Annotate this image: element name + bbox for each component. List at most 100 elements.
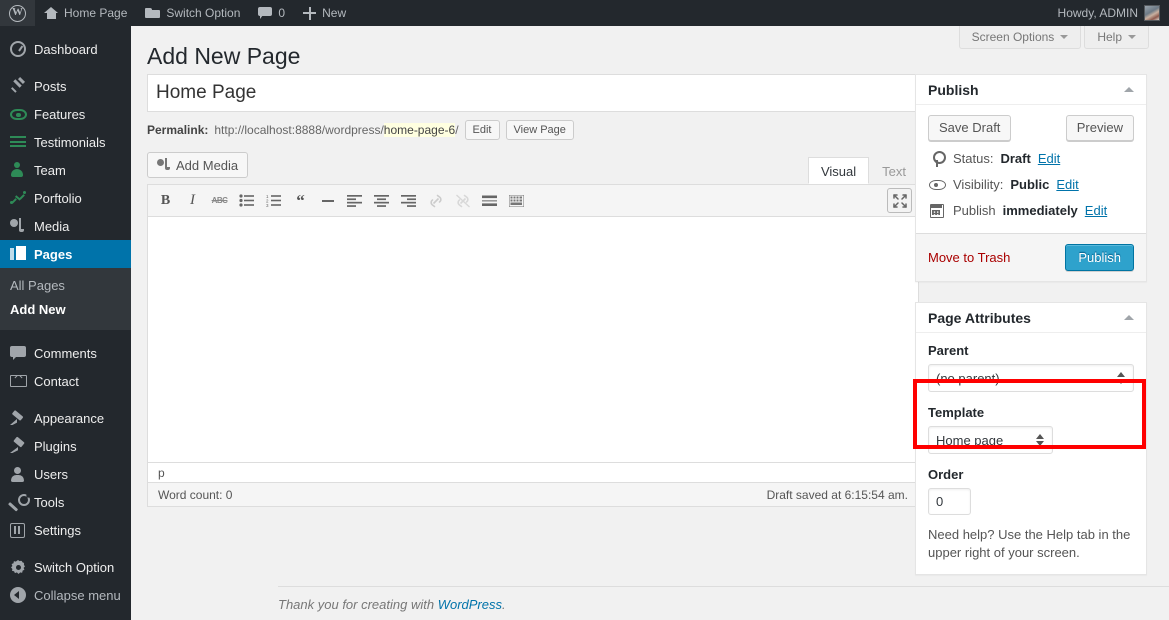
sidebar-item-tools[interactable]: Tools [0, 488, 131, 516]
parent-label: Parent [928, 343, 1134, 359]
sidebar-subitem-all-pages[interactable]: All Pages [0, 274, 131, 298]
insert-link-icon[interactable] [423, 188, 448, 213]
page-attributes-metabox: Page Attributes Parent (no parent) Templ… [915, 302, 1147, 575]
plugin-icon [10, 437, 30, 455]
adminbar-new-content[interactable]: New [294, 0, 355, 26]
sidebar-item-switch-option[interactable]: Switch Option [0, 553, 131, 581]
adminbar-wordpress-logo[interactable] [0, 0, 35, 26]
visibility-value: Public [1010, 177, 1049, 193]
sidebar-item-label: Tools [34, 496, 64, 509]
strikethrough-icon[interactable]: ABC [207, 188, 232, 213]
edit-visibility-link[interactable]: Edit [1056, 177, 1078, 193]
sidebar-item-label: Plugins [34, 440, 77, 453]
align-right-icon[interactable] [396, 188, 421, 213]
chevron-up-icon[interactable] [1124, 87, 1134, 92]
sidebar-item-contact[interactable]: Contact [0, 367, 131, 395]
kitchen-sink-toggle-icon[interactable] [504, 188, 529, 213]
help-label: Help [1097, 30, 1122, 44]
distraction-free-icon[interactable] [887, 188, 912, 213]
parent-selected-value: (no parent) [936, 371, 1000, 386]
adminbar-comments[interactable]: 0 [249, 0, 294, 26]
media-icon [10, 217, 30, 235]
align-center-icon[interactable] [369, 188, 394, 213]
sidebar-item-label: Appearance [34, 412, 104, 425]
permalink-label: Permalink: [147, 123, 208, 137]
editor-content-area[interactable] [148, 217, 918, 462]
unlink-icon[interactable] [450, 188, 475, 213]
permalink-url: http://localhost:8888/wordpress/home-pag… [214, 123, 458, 137]
settings-sliders-icon [10, 521, 30, 539]
sidebar-item-settings[interactable]: Settings [0, 516, 131, 544]
page-attributes-header[interactable]: Page Attributes [916, 303, 1146, 333]
align-left-icon[interactable] [342, 188, 367, 213]
svg-text:3: 3 [266, 203, 269, 207]
edit-permalink-button[interactable]: Edit [465, 120, 500, 140]
sidebar-item-collapse-menu[interactable]: Collapse menu [0, 581, 131, 609]
wrench-icon [10, 493, 30, 511]
move-to-trash-link[interactable]: Move to Trash [928, 250, 1010, 265]
italic-icon[interactable]: I [180, 188, 205, 213]
edit-timestamp-link[interactable]: Edit [1085, 203, 1107, 219]
publish-when: immediately [1003, 203, 1078, 219]
edit-status-link[interactable]: Edit [1038, 151, 1060, 167]
adminbar-switch-option[interactable]: Switch Option [136, 0, 249, 26]
bulleted-list-icon[interactable] [234, 188, 259, 213]
sidebar-item-plugins[interactable]: Plugins [0, 432, 131, 460]
key-icon [928, 151, 946, 167]
sidebar-item-dashboard[interactable]: Dashboard [0, 35, 131, 63]
eye-icon [10, 105, 30, 123]
template-select[interactable]: Home page [928, 426, 1053, 454]
save-draft-button[interactable]: Save Draft [928, 115, 1011, 141]
add-media-label: Add Media [176, 158, 238, 173]
select-arrows-icon [1036, 433, 1044, 447]
post-body-sidebar: Publish Save Draft Preview Status: Draft… [915, 74, 1147, 595]
read-more-icon[interactable] [477, 188, 502, 213]
view-page-button[interactable]: View Page [506, 120, 574, 140]
numbered-list-icon[interactable]: 1 2 3 [261, 188, 286, 213]
menu-order-input[interactable]: 0 [928, 488, 971, 515]
publish-metabox-header[interactable]: Publish [916, 75, 1146, 105]
horizontal-rule-icon[interactable] [315, 188, 340, 213]
gear-icon [10, 558, 30, 576]
adminbar-site-name[interactable]: Home Page [35, 0, 136, 26]
sidebar-item-label: Features [34, 108, 85, 121]
sidebar-item-portfolio[interactable]: Porftolio [0, 184, 131, 212]
sidebar-item-media[interactable]: Media [0, 212, 131, 240]
sidebar-submenu-pages: All Pages Add New [0, 268, 131, 330]
post-visibility-row: Visibility: Public Edit [928, 177, 1134, 193]
sidebar-item-posts[interactable]: Posts [0, 72, 131, 100]
users-icon [10, 465, 30, 483]
sidebar-item-team[interactable]: Team [0, 156, 131, 184]
bold-icon[interactable]: B [153, 188, 178, 213]
sidebar-item-testimonials[interactable]: Testimonials [0, 128, 131, 156]
add-media-button[interactable]: Add Media [147, 152, 248, 178]
permalink-trailing-slash: / [455, 123, 458, 137]
chevron-up-icon[interactable] [1124, 315, 1134, 320]
parent-select[interactable]: (no parent) [928, 364, 1134, 392]
help-button[interactable]: Help [1084, 26, 1149, 49]
sidebar-item-label: Contact [34, 375, 79, 388]
page-attributes-title: Page Attributes [928, 311, 1031, 325]
post-schedule-row: Publish immediately Edit [928, 203, 1134, 219]
sidebar-item-label: Team [34, 164, 66, 177]
sidebar-item-comments[interactable]: Comments [0, 339, 131, 367]
sidebar-item-features[interactable]: Features [0, 100, 131, 128]
sidebar-item-users[interactable]: Users [0, 460, 131, 488]
spacer [928, 392, 1134, 405]
sidebar-item-label: Switch Option [34, 561, 114, 574]
post-title-input[interactable]: Home Page [147, 74, 919, 112]
sidebar-item-pages[interactable]: Pages [0, 240, 131, 268]
dashboard-icon [10, 40, 30, 58]
preview-button[interactable]: Preview [1066, 115, 1134, 141]
sidebar-item-appearance[interactable]: Appearance [0, 404, 131, 432]
publish-button[interactable]: Publish [1065, 244, 1134, 271]
folder-icon [145, 7, 160, 19]
sidebar-subitem-add-new[interactable]: Add New [0, 298, 131, 322]
pages-icon [10, 245, 30, 263]
wordpress-link[interactable]: WordPress [438, 597, 502, 612]
blockquote-icon[interactable]: “ [288, 188, 313, 213]
screen-options-button[interactable]: Screen Options [959, 26, 1082, 49]
tab-visual[interactable]: Visual [808, 157, 869, 184]
tab-text[interactable]: Text [869, 158, 919, 184]
adminbar-my-account[interactable]: Howdy, ADMIN [1049, 0, 1169, 26]
